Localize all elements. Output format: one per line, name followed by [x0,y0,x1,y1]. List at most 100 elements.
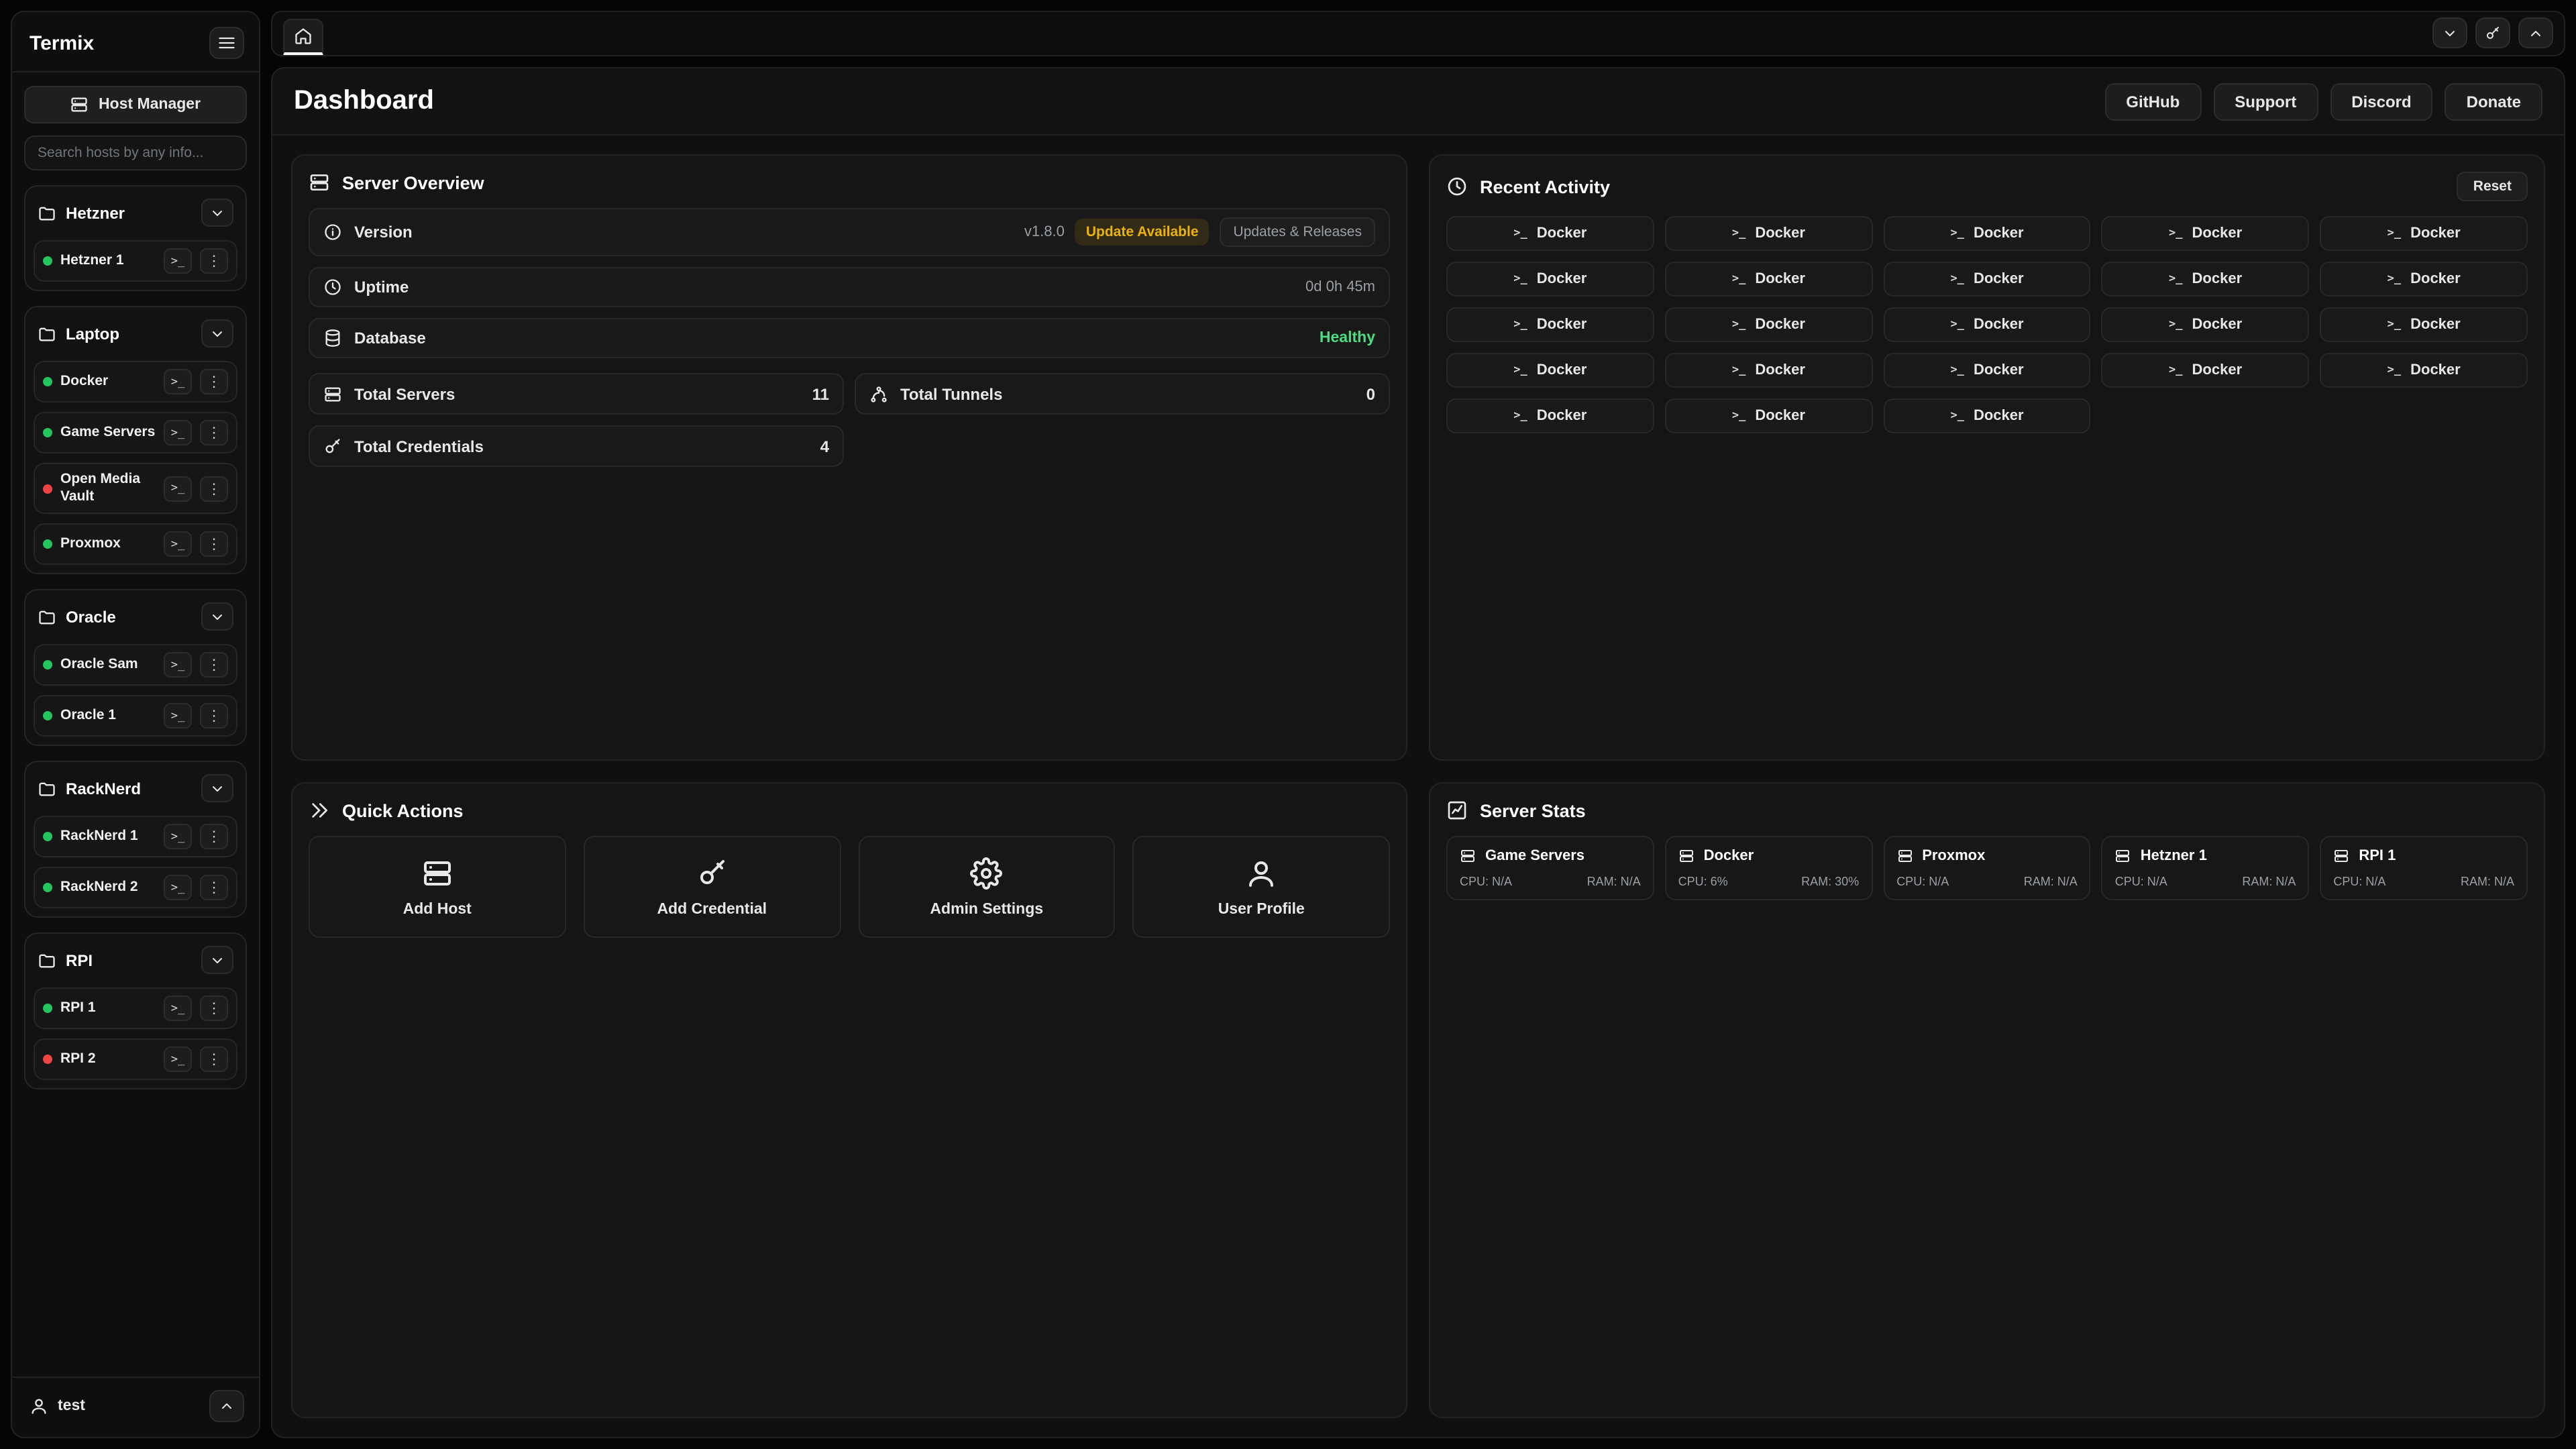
activity-item-button[interactable]: >_ Docker [1665,262,1873,297]
group-header[interactable]: Laptop [34,315,237,352]
credentials-button[interactable] [2475,17,2510,48]
group-header[interactable]: RPI [34,943,237,979]
activity-item-button[interactable]: >_ Docker [1446,398,1654,433]
activity-item-button[interactable]: >_ Docker [1665,353,1873,388]
tabbar-collapse-button[interactable] [2432,17,2467,48]
activity-item-button[interactable]: >_ Docker [2102,216,2310,251]
logged-in-user: test [58,1398,200,1414]
add-host-tile[interactable]: Add Host [309,836,566,938]
search-input[interactable] [24,136,247,170]
ram-metric: RAM: N/A [2024,875,2078,888]
activity-item-button[interactable]: >_ Docker [1883,398,2091,433]
activity-item-button[interactable]: >_ Docker [2102,353,2310,388]
server-stat-tile[interactable]: Docker CPU: 6% RAM: 30% [1665,836,1873,900]
activity-item-button[interactable]: >_ Docker [1446,216,1654,251]
host-terminal-button[interactable]: >_ [164,476,192,501]
host-menu-button[interactable]: ⋮ [200,704,228,729]
group-header[interactable]: RackNerd [34,771,237,807]
host-terminal-button[interactable]: >_ [164,653,192,678]
activity-item-button[interactable]: >_ Docker [1446,353,1654,388]
host-menu-button[interactable]: ⋮ [200,532,228,557]
host-menu-button[interactable]: ⋮ [200,248,228,274]
host-terminal-button[interactable]: >_ [164,420,192,445]
admin-settings-tile[interactable]: Admin Settings [858,836,1116,938]
activity-item-button[interactable]: >_ Docker [2320,262,2528,297]
server-name: Game Servers [1485,848,1585,864]
group-collapse-button[interactable] [201,775,233,803]
sidebar-menu-button[interactable] [209,27,244,59]
activity-item-button[interactable]: >_ Docker [1883,262,2091,297]
host-menu-button[interactable]: ⋮ [200,420,228,445]
reset-button[interactable]: Reset [2457,172,2528,201]
activity-item-button[interactable]: >_ Docker [1446,307,1654,342]
host-menu-button[interactable]: ⋮ [200,996,228,1022]
status-dot [43,661,52,670]
terminal-icon: >_ [1513,318,1527,331]
server-stat-tile[interactable]: Proxmox CPU: N/A RAM: N/A [1883,836,2091,900]
host-terminal-button[interactable]: >_ [164,996,192,1022]
activity-item-label: Docker [1537,408,1587,424]
group-collapse-button[interactable] [201,319,233,347]
tab-home[interactable] [283,19,323,55]
activity-item-button[interactable]: >_ Docker [1665,398,1873,433]
version-label: Version [354,223,413,241]
host-menu-button[interactable]: ⋮ [200,1047,228,1073]
host-terminal-button[interactable]: >_ [164,1047,192,1073]
host-terminal-button[interactable]: >_ [164,532,192,557]
sidebar: Termix Host Manager Hetzner [11,11,260,1438]
host-menu-button[interactable]: ⋮ [200,875,228,901]
user-menu-button[interactable] [209,1390,244,1422]
group-collapse-button[interactable] [201,947,233,975]
activity-item-button[interactable]: >_ Docker [1883,216,2091,251]
user-profile-tile[interactable]: User Profile [1133,836,1391,938]
fast-forward-icon [309,800,330,821]
host-terminal-button[interactable]: >_ [164,875,192,901]
server-stat-top: Game Servers [1460,848,1641,864]
activity-item-button[interactable]: >_ Docker [2320,216,2528,251]
header-link-button[interactable]: Support [2213,83,2318,120]
host-manager-button[interactable]: Host Manager [24,86,247,123]
activity-item-button[interactable]: >_ Docker [1883,307,2091,342]
host-terminal-button[interactable]: >_ [164,704,192,729]
group-header[interactable]: Hetzner [34,195,237,231]
activity-item-button[interactable]: >_ Docker [1446,262,1654,297]
activity-item-button[interactable]: >_ Docker [2320,353,2528,388]
card-title: Recent Activity [1480,176,1610,197]
stat-label: Total Credentials [354,437,484,455]
server-stat-tile[interactable]: Game Servers CPU: N/A RAM: N/A [1446,836,1654,900]
group-collapse-button[interactable] [201,199,233,227]
server-stat-top: Hetzner 1 [2115,848,2296,864]
header-link-button[interactable]: Donate [2445,83,2542,120]
server-stat-tile[interactable]: Hetzner 1 CPU: N/A RAM: N/A [2102,836,2310,900]
server-stat-metrics: CPU: N/A RAM: N/A [1460,875,1641,888]
group-collapse-button[interactable] [201,603,233,631]
activity-item-button[interactable]: >_ Docker [2102,307,2310,342]
add-credential-tile[interactable]: Add Credential [584,836,841,938]
group-header[interactable]: Oracle [34,599,237,635]
activity-item-button[interactable]: >_ Docker [2102,262,2310,297]
server-stat-tile[interactable]: RPI 1 CPU: N/A RAM: N/A [2320,836,2528,900]
host-terminal-button[interactable]: >_ [164,824,192,850]
host-menu-button[interactable]: ⋮ [200,653,228,678]
updates-releases-button[interactable]: Updates & Releases [1220,217,1375,247]
host-terminal-button[interactable]: >_ [164,369,192,394]
host-menu-button[interactable]: ⋮ [200,369,228,394]
host-menu-button[interactable]: ⋮ [200,476,228,501]
header-link-button[interactable]: Discord [2330,83,2432,120]
header-link-button[interactable]: GitHub [2104,83,2201,120]
host-row: Hetzner 1 >_ ⋮ [34,240,237,282]
chevron-down-icon [2442,25,2458,41]
total-servers-tile: Total Servers 11 [309,373,844,415]
quick-action-label: Admin Settings [930,901,1043,917]
activity-item-label: Docker [2192,271,2243,287]
host-terminal-button[interactable]: >_ [164,248,192,274]
host-menu-button[interactable]: ⋮ [200,824,228,850]
tabbar-expand-button[interactable] [2518,17,2553,48]
activity-item-button[interactable]: >_ Docker [1665,307,1873,342]
activity-item-button[interactable]: >_ Docker [2320,307,2528,342]
activity-item-button[interactable]: >_ Docker [1883,353,2091,388]
activity-item-label: Docker [1974,362,2024,378]
activity-item-button[interactable]: >_ Docker [1665,216,1873,251]
terminal-icon: >_ [1950,227,1964,240]
key-icon [323,437,342,455]
